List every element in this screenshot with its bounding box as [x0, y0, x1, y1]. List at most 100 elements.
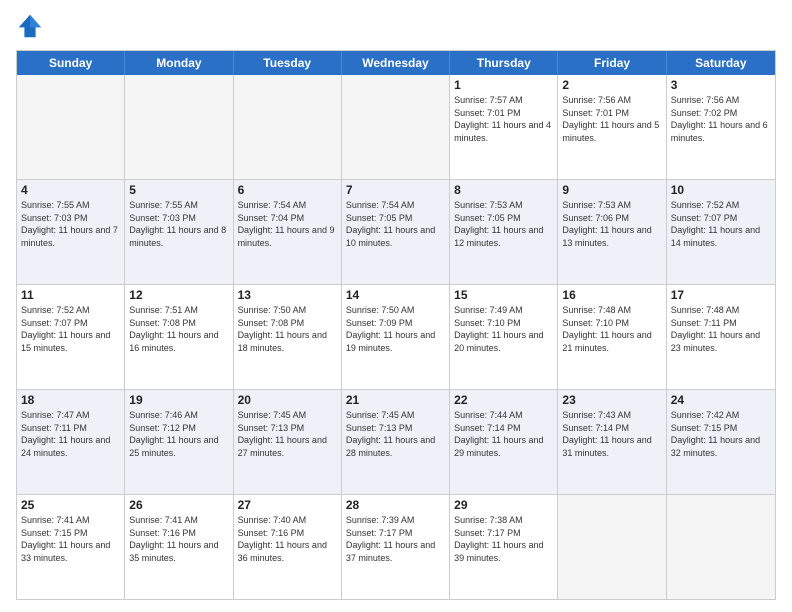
day-number: 2 [562, 78, 661, 92]
day-number: 14 [346, 288, 445, 302]
day-info: Sunrise: 7:56 AM Sunset: 7:01 PM Dayligh… [562, 94, 661, 144]
day-number: 25 [21, 498, 120, 512]
day-number: 17 [671, 288, 771, 302]
day-number: 18 [21, 393, 120, 407]
day-number: 19 [129, 393, 228, 407]
calendar-cell: 24 Sunrise: 7:42 AM Sunset: 7:15 PM Dayli… [667, 390, 775, 494]
day-info: Sunrise: 7:39 AM Sunset: 7:17 PM Dayligh… [346, 514, 445, 564]
calendar-cell: 28 Sunrise: 7:39 AM Sunset: 7:17 PM Dayli… [342, 495, 450, 599]
logo-icon [16, 12, 44, 40]
calendar-cell [125, 75, 233, 179]
day-info: Sunrise: 7:46 AM Sunset: 7:12 PM Dayligh… [129, 409, 228, 459]
calendar-cell: 13Sunrise: 7:50 AM Sunset: 7:08 PM Dayli… [234, 285, 342, 389]
header-day-sunday: Sunday [17, 51, 125, 75]
day-number: 1 [454, 78, 553, 92]
day-number: 26 [129, 498, 228, 512]
calendar-cell: 2 Sunrise: 7:56 AM Sunset: 7:01 PM Daylig… [558, 75, 666, 179]
calendar-cell: 14 Sunrise: 7:50 AM Sunset: 7:09 PM Dayli… [342, 285, 450, 389]
day-info: Sunrise: 7:48 AM Sunset: 7:10 PM Dayligh… [562, 304, 661, 354]
day-number: 22 [454, 393, 553, 407]
calendar-cell: 20 Sunrise: 7:45 AM Sunset: 7:13 PM Dayli… [234, 390, 342, 494]
calendar-row: 11Sunrise: 7:52 AM Sunset: 7:07 PM Dayli… [17, 285, 775, 390]
day-info: Sunrise: 7:53 AM Sunset: 7:06 PM Dayligh… [562, 199, 661, 249]
day-number: 23 [562, 393, 661, 407]
calendar-cell [342, 75, 450, 179]
logo [16, 12, 48, 40]
day-info: Sunrise: 7:38 AM Sunset: 7:17 PM Dayligh… [454, 514, 553, 564]
day-number: 3 [671, 78, 771, 92]
day-info: Sunrise: 7:47 AM Sunset: 7:11 PM Dayligh… [21, 409, 120, 459]
day-number: 20 [238, 393, 337, 407]
header-day-wednesday: Wednesday [342, 51, 450, 75]
calendar-cell: 9 Sunrise: 7:53 AM Sunset: 7:06 PM Daylig… [558, 180, 666, 284]
calendar-cell: 26 Sunrise: 7:41 AM Sunset: 7:16 PM Dayli… [125, 495, 233, 599]
calendar-cell: 21 Sunrise: 7:45 AM Sunset: 7:13 PM Dayli… [342, 390, 450, 494]
calendar-cell: 4 Sunrise: 7:55 AM Sunset: 7:03 PM Daylig… [17, 180, 125, 284]
calendar-cell: 19 Sunrise: 7:46 AM Sunset: 7:12 PM Dayli… [125, 390, 233, 494]
day-info: Sunrise: 7:50 AM Sunset: 7:09 PM Dayligh… [346, 304, 445, 354]
day-info: Sunrise: 7:57 AM Sunset: 7:01 PM Dayligh… [454, 94, 553, 144]
calendar-cell: 8 Sunrise: 7:53 AM Sunset: 7:05 PM Daylig… [450, 180, 558, 284]
calendar-cell [234, 75, 342, 179]
day-number: 16 [562, 288, 661, 302]
calendar-cell [667, 495, 775, 599]
day-info: Sunrise: 7:52 AM Sunset: 7:07 PM Dayligh… [671, 199, 771, 249]
day-info: Sunrise: 7:54 AM Sunset: 7:05 PM Dayligh… [346, 199, 445, 249]
day-info: Sunrise: 7:55 AM Sunset: 7:03 PM Dayligh… [21, 199, 120, 249]
calendar-cell: 23 Sunrise: 7:43 AM Sunset: 7:14 PM Dayli… [558, 390, 666, 494]
calendar-cell: 12 Sunrise: 7:51 AM Sunset: 7:08 PM Dayli… [125, 285, 233, 389]
header [16, 12, 776, 40]
day-info: Sunrise: 7:43 AM Sunset: 7:14 PM Dayligh… [562, 409, 661, 459]
calendar-cell: 11Sunrise: 7:52 AM Sunset: 7:07 PM Dayli… [17, 285, 125, 389]
calendar: SundayMondayTuesdayWednesdayThursdayFrid… [16, 50, 776, 600]
day-info: Sunrise: 7:50 AM Sunset: 7:08 PM Dayligh… [238, 304, 337, 354]
day-number: 28 [346, 498, 445, 512]
header-day-monday: Monday [125, 51, 233, 75]
day-info: Sunrise: 7:41 AM Sunset: 7:16 PM Dayligh… [129, 514, 228, 564]
header-day-saturday: Saturday [667, 51, 775, 75]
calendar-cell: 7Sunrise: 7:54 AM Sunset: 7:05 PM Daylig… [342, 180, 450, 284]
calendar-row: 25 Sunrise: 7:41 AM Sunset: 7:15 PM Dayli… [17, 495, 775, 599]
day-info: Sunrise: 7:51 AM Sunset: 7:08 PM Dayligh… [129, 304, 228, 354]
day-number: 8 [454, 183, 553, 197]
day-info: Sunrise: 7:42 AM Sunset: 7:15 PM Dayligh… [671, 409, 771, 459]
day-number: 5 [129, 183, 228, 197]
day-number: 6 [238, 183, 337, 197]
header-day-thursday: Thursday [450, 51, 558, 75]
calendar-cell: 1 Sunrise: 7:57 AM Sunset: 7:01 PM Daylig… [450, 75, 558, 179]
day-number: 11 [21, 288, 120, 302]
calendar-body: 1 Sunrise: 7:57 AM Sunset: 7:01 PM Daylig… [17, 75, 775, 599]
calendar-cell: 10 Sunrise: 7:52 AM Sunset: 7:07 PM Dayli… [667, 180, 775, 284]
day-info: Sunrise: 7:56 AM Sunset: 7:02 PM Dayligh… [671, 94, 771, 144]
day-number: 27 [238, 498, 337, 512]
day-number: 4 [21, 183, 120, 197]
day-number: 12 [129, 288, 228, 302]
day-info: Sunrise: 7:54 AM Sunset: 7:04 PM Dayligh… [238, 199, 337, 249]
header-day-friday: Friday [558, 51, 666, 75]
calendar-cell: 3 Sunrise: 7:56 AM Sunset: 7:02 PM Daylig… [667, 75, 775, 179]
day-number: 10 [671, 183, 771, 197]
day-number: 24 [671, 393, 771, 407]
day-info: Sunrise: 7:49 AM Sunset: 7:10 PM Dayligh… [454, 304, 553, 354]
calendar-cell: 6 Sunrise: 7:54 AM Sunset: 7:04 PM Daylig… [234, 180, 342, 284]
day-info: Sunrise: 7:45 AM Sunset: 7:13 PM Dayligh… [238, 409, 337, 459]
calendar-cell [558, 495, 666, 599]
day-info: Sunrise: 7:44 AM Sunset: 7:14 PM Dayligh… [454, 409, 553, 459]
day-number: 15 [454, 288, 553, 302]
day-number: 21 [346, 393, 445, 407]
day-number: 9 [562, 183, 661, 197]
calendar-cell: 18 Sunrise: 7:47 AM Sunset: 7:11 PM Dayli… [17, 390, 125, 494]
calendar-cell: 17Sunrise: 7:48 AM Sunset: 7:11 PM Dayli… [667, 285, 775, 389]
calendar-cell [17, 75, 125, 179]
calendar-row: 1 Sunrise: 7:57 AM Sunset: 7:01 PM Daylig… [17, 75, 775, 180]
day-number: 29 [454, 498, 553, 512]
day-info: Sunrise: 7:45 AM Sunset: 7:13 PM Dayligh… [346, 409, 445, 459]
day-info: Sunrise: 7:41 AM Sunset: 7:15 PM Dayligh… [21, 514, 120, 564]
calendar-cell: 22 Sunrise: 7:44 AM Sunset: 7:14 PM Dayli… [450, 390, 558, 494]
calendar-cell: 5 Sunrise: 7:55 AM Sunset: 7:03 PM Daylig… [125, 180, 233, 284]
day-info: Sunrise: 7:55 AM Sunset: 7:03 PM Dayligh… [129, 199, 228, 249]
day-info: Sunrise: 7:53 AM Sunset: 7:05 PM Dayligh… [454, 199, 553, 249]
calendar-cell: 29 Sunrise: 7:38 AM Sunset: 7:17 PM Dayli… [450, 495, 558, 599]
calendar-cell: 27Sunrise: 7:40 AM Sunset: 7:16 PM Dayli… [234, 495, 342, 599]
calendar-row: 4 Sunrise: 7:55 AM Sunset: 7:03 PM Daylig… [17, 180, 775, 285]
